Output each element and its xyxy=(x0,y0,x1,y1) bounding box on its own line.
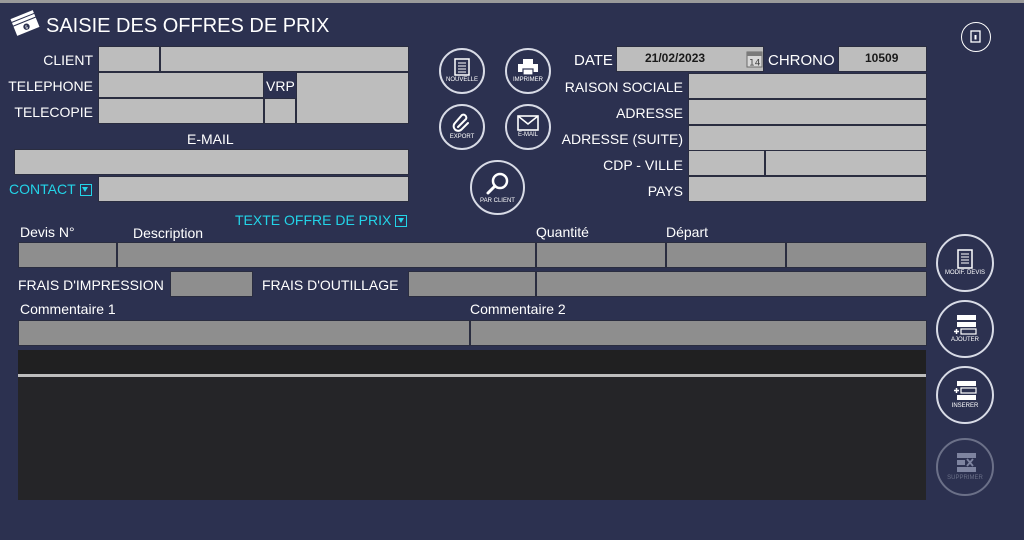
document-icon xyxy=(454,58,470,76)
commentaire2-label: Commentaire 2 xyxy=(470,301,566,317)
pays-label: PAYS xyxy=(647,183,683,199)
ajouter-label: AJOUTER xyxy=(950,337,979,343)
inserer-button[interactable]: INSERER xyxy=(936,366,994,424)
modif-devis-label: MODIF. DEVIS xyxy=(944,270,985,276)
nouvelle-button[interactable]: NOUVELLE xyxy=(439,48,485,94)
depart-field[interactable] xyxy=(666,242,786,268)
export-label: EXPORT xyxy=(449,134,475,140)
texte-offre-label: TEXTE OFFRE DE PRIX xyxy=(235,212,392,228)
commentaire2-field[interactable] xyxy=(470,320,927,346)
grid-header-separator xyxy=(18,374,926,377)
quantite-label: Quantité xyxy=(536,224,589,240)
chevron-down-icon xyxy=(79,184,92,197)
search-icon xyxy=(486,172,508,194)
add-row-icon xyxy=(954,315,977,335)
vrp-label: VRP xyxy=(266,78,295,94)
delete-row-icon xyxy=(957,453,976,472)
contact-dropdown[interactable]: CONTACT xyxy=(9,180,92,198)
devis-no-field[interactable] xyxy=(18,242,117,268)
devis-extra-field[interactable] xyxy=(786,242,927,268)
email-label: E-MAIL xyxy=(187,131,234,147)
frais-outillage-field[interactable] xyxy=(408,271,536,297)
ville-field[interactable] xyxy=(765,150,927,176)
ajouter-button[interactable]: AJOUTER xyxy=(936,300,994,358)
date-field[interactable]: 21/02/2023 14 xyxy=(616,46,764,72)
client-name-field[interactable] xyxy=(160,46,409,72)
chrono-label: CHRONO xyxy=(768,52,835,69)
exit-icon xyxy=(970,30,982,48)
printer-icon xyxy=(518,59,538,76)
telecopie-label: TELECOPIE xyxy=(14,104,93,120)
quantite-field[interactable] xyxy=(536,242,666,268)
date-label: DATE xyxy=(574,52,613,69)
pays-field[interactable] xyxy=(688,176,927,202)
vrp-field[interactable] xyxy=(296,72,409,124)
export-button[interactable]: EXPORT xyxy=(439,104,485,150)
texte-offre-dropdown[interactable]: TEXTE OFFRE DE PRIX xyxy=(235,211,408,229)
commentaire1-label: Commentaire 1 xyxy=(20,301,116,317)
contact-label: CONTACT xyxy=(9,181,76,197)
description-field[interactable] xyxy=(117,242,536,268)
money-bills-icon: $ xyxy=(10,8,40,43)
devis-no-label: Devis N° xyxy=(20,224,75,240)
depart-label: Départ xyxy=(666,224,709,240)
telecopie-field[interactable] xyxy=(98,98,264,124)
contact-field[interactable] xyxy=(98,176,409,202)
par-client-label: PAR CLIENT xyxy=(480,197,515,204)
adresse-field[interactable] xyxy=(688,99,927,125)
insert-row-icon xyxy=(954,381,977,400)
frais-extra-field[interactable] xyxy=(536,271,927,297)
document-icon xyxy=(957,249,973,269)
svg-text:14: 14 xyxy=(749,59,761,69)
grid-header xyxy=(18,350,926,374)
vrp-code-field[interactable] xyxy=(264,98,296,124)
frais-outillage-label: FRAIS D'OUTILLAGE xyxy=(262,277,399,293)
lines-grid[interactable] xyxy=(18,350,926,500)
par-client-button[interactable]: PAR CLIENT xyxy=(470,160,525,215)
telephone-field[interactable] xyxy=(98,72,264,98)
email-field[interactable] xyxy=(14,149,409,175)
modif-devis-button[interactable]: MODIF. DEVIS xyxy=(936,234,994,292)
calendar-icon[interactable]: 14 xyxy=(746,50,763,73)
client-label: CLIENT xyxy=(43,52,93,68)
window-top-border xyxy=(0,0,1024,3)
adresse-suite-label: ADRESSE (SUITE) xyxy=(561,131,683,147)
date-value: 21/02/2023 xyxy=(645,51,706,65)
adresse-label: ADRESSE xyxy=(616,105,683,121)
inserer-label: INSERER xyxy=(951,403,979,409)
commentaire1-field[interactable] xyxy=(18,320,470,346)
chevron-down-icon xyxy=(395,215,408,228)
chrono-value: 10509 xyxy=(865,51,899,65)
exit-button[interactable] xyxy=(961,22,991,52)
email-button-label: E-MAIL xyxy=(517,132,538,138)
raison-sociale-field[interactable] xyxy=(688,73,927,99)
raison-sociale-label: RAISON SOCIALE xyxy=(564,79,683,95)
client-code-field[interactable] xyxy=(98,46,160,72)
frais-impression-label: FRAIS D'IMPRESSION xyxy=(18,277,164,293)
cdp-field[interactable] xyxy=(688,150,765,176)
cdp-ville-label: CDP - VILLE xyxy=(603,157,683,173)
chrono-field[interactable]: 10509 xyxy=(838,46,927,72)
telephone-label: TELEPHONE xyxy=(8,78,93,94)
description-label: Description xyxy=(133,225,204,241)
supprimer-button[interactable]: SUPPRIMER xyxy=(936,438,994,496)
paperclip-icon xyxy=(452,113,469,132)
supprimer-label: SUPPRIMER xyxy=(947,475,983,481)
page-title: SAISIE DES OFFRES DE PRIX xyxy=(46,15,330,37)
nouvelle-label: NOUVELLE xyxy=(445,77,478,83)
imprimer-label: IMPRIMER xyxy=(513,77,543,83)
adresse-suite-field[interactable] xyxy=(688,125,927,151)
envelope-icon xyxy=(517,115,539,131)
frais-impression-field[interactable] xyxy=(170,271,253,297)
